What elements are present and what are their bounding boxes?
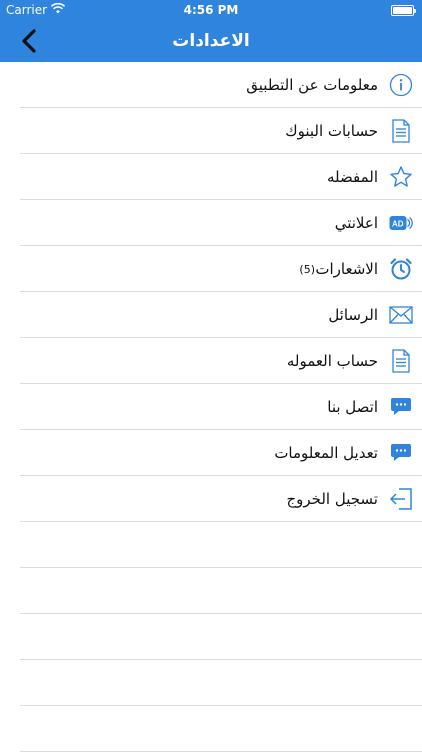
menu-item-label: حسابات البنوك: [285, 122, 378, 140]
chat-bubble-icon: [388, 394, 414, 420]
menu-item-bank-accounts[interactable]: حسابات البنوك: [0, 108, 422, 154]
info-icon: [388, 72, 414, 98]
menu-item-label: تسجيل الخروج: [286, 490, 378, 508]
nav-bar: الاعدادات: [0, 20, 422, 62]
battery-icon: [391, 5, 416, 16]
menu-item-label: المفضله: [326, 168, 378, 186]
menu-item-app-info[interactable]: معلومات عن التطبيق: [0, 62, 422, 108]
document-icon: [388, 348, 414, 374]
status-bar: Carrier 4:56 PM: [0, 0, 422, 20]
chat-bubble-icon: [388, 440, 414, 466]
menu-item-contact-us[interactable]: اتصل بنا: [0, 384, 422, 430]
menu-item-edit-info[interactable]: تعديل المعلومات: [0, 430, 422, 476]
document-icon: [388, 118, 414, 144]
envelope-icon: [388, 302, 414, 328]
star-icon: [388, 164, 414, 190]
menu-item-label: تعديل المعلومات: [274, 444, 378, 462]
status-time: 4:56 PM: [183, 3, 239, 17]
alarm-clock-icon: [388, 256, 414, 282]
menu-item-label: اعلانتي: [334, 214, 378, 232]
app-header: Carrier 4:56 PM الاعدادات: [0, 0, 422, 62]
empty-row: [0, 614, 422, 660]
logout-icon: [388, 486, 414, 512]
empty-row: [0, 706, 422, 752]
menu-item-logout[interactable]: تسجيل الخروج: [0, 476, 422, 522]
ad-icon: AD: [388, 210, 414, 236]
svg-text:AD: AD: [392, 220, 404, 229]
empty-row: [0, 522, 422, 568]
empty-row: [0, 660, 422, 706]
menu-item-notifications[interactable]: الاشعارات (5): [0, 246, 422, 292]
menu-item-label: معلومات عن التطبيق: [246, 76, 378, 94]
menu-item-label: الرسائل: [328, 306, 378, 324]
menu-item-my-ads[interactable]: AD اعلانتي: [0, 200, 422, 246]
menu-item-commission-account[interactable]: حساب العموله: [0, 338, 422, 384]
notification-count-badge: (5): [299, 263, 315, 276]
menu-item-messages[interactable]: الرسائل: [0, 292, 422, 338]
menu-item-favorites[interactable]: المفضله: [0, 154, 422, 200]
empty-row: [0, 568, 422, 614]
settings-list: معلومات عن التطبيق حسابات البنوك المفضله: [0, 62, 422, 752]
page-title: الاعدادات: [172, 31, 250, 51]
menu-item-label: الاشعارات: [315, 260, 378, 278]
menu-item-label: اتصل بنا: [327, 398, 378, 416]
menu-item-label: حساب العموله: [286, 352, 378, 370]
